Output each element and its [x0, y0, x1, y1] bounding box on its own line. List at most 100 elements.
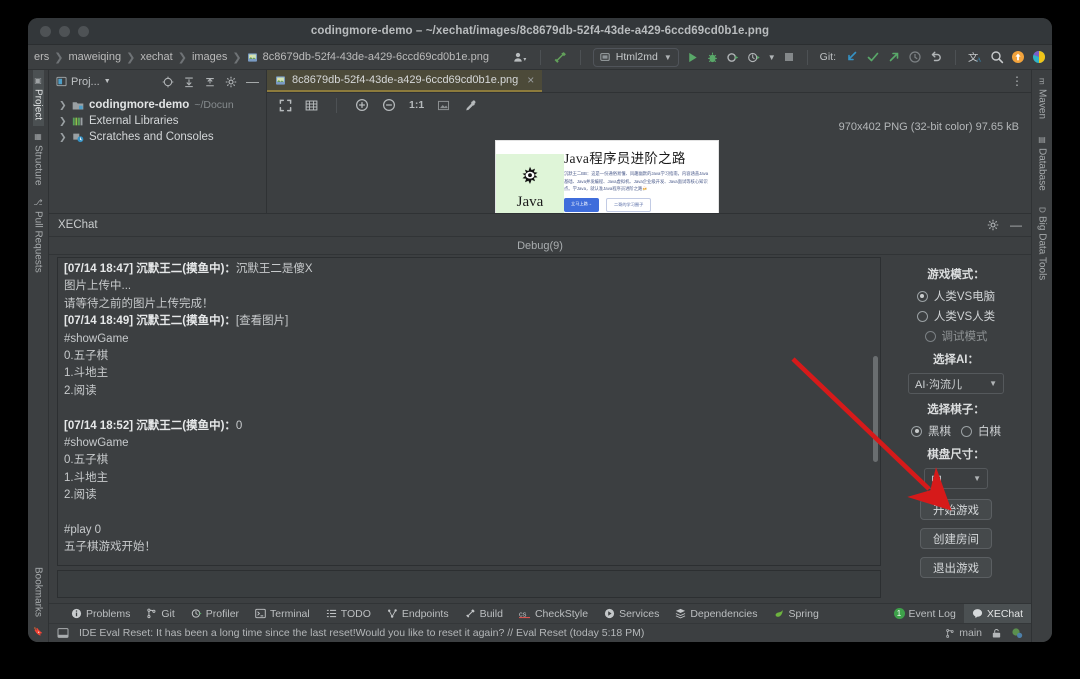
breadcrumb-item-2[interactable]: xechat — [136, 51, 176, 63]
toolwindow-label: Profiler — [206, 608, 239, 620]
updates-icon[interactable] — [1011, 50, 1025, 64]
breadcrumb-item-0[interactable]: ers — [30, 51, 53, 63]
git-push-icon[interactable] — [887, 50, 901, 64]
translate-icon[interactable]: 文A — [968, 50, 983, 64]
fit-to-window-icon[interactable] — [279, 99, 292, 112]
breadcrumb-file[interactable]: 8c8679db-52f4-43de-a429-6ccd69cd0b1e.png — [243, 51, 493, 63]
sidebar-item-structure[interactable]: ▦ Structure — [33, 126, 44, 192]
zoom-button[interactable] — [78, 26, 89, 37]
tree-node[interactable]: ❯ codingmore-demo ~/Docun — [49, 97, 266, 113]
minimize-button[interactable] — [59, 26, 70, 37]
sidebar-item-pull-requests[interactable]: ⎇ Pull Requests — [33, 192, 44, 279]
gear-icon[interactable] — [987, 219, 999, 231]
ai-select-dropdown[interactable]: AI·沟流儿 ▼ — [908, 373, 1004, 394]
git-update-icon[interactable] — [845, 50, 859, 64]
git-commit-icon[interactable] — [866, 50, 880, 64]
sidebar-item-project[interactable]: ▣ Project — [33, 70, 44, 126]
sidebar-item-maven[interactable]: m Maven — [1037, 70, 1048, 127]
chat-log[interactable]: [07/14 18:47] 沉默王二(摸鱼中)：沉默王二是傻X 图片上传中...… — [57, 257, 881, 566]
gear-icon[interactable] — [225, 76, 237, 88]
toolwindow-todo[interactable]: TODO — [318, 608, 379, 620]
chevron-down-icon[interactable]: ▼ — [768, 53, 776, 62]
traffic-lights[interactable] — [40, 26, 89, 37]
toolwindow-git[interactable]: Git — [138, 608, 182, 620]
radio-mode-human-vs-human[interactable]: 人类VS人类 — [917, 308, 995, 324]
start-game-button[interactable]: 开始游戏 — [920, 499, 992, 520]
more-options-icon[interactable]: ⋮ — [1011, 77, 1023, 86]
debug-button[interactable] — [706, 51, 719, 64]
expand-all-icon[interactable] — [183, 76, 195, 88]
toolwindow-endpoints[interactable]: Endpoints — [379, 608, 457, 620]
stop-button[interactable] — [783, 51, 795, 63]
chat-line-prefix: [07/14 18:52] 沉默王二(摸鱼中)： — [64, 420, 236, 432]
hide-panel-icon[interactable]: — — [1010, 222, 1022, 228]
lock-icon[interactable] — [991, 628, 1002, 639]
toolwindow-event-log[interactable]: 1 Event Log — [886, 608, 964, 620]
toolwindow-spring[interactable]: Spring — [765, 608, 826, 620]
zoom-in-icon[interactable] — [355, 98, 369, 112]
hide-panel-icon[interactable]: — — [246, 78, 259, 86]
toolwindow-checkstyle[interactable]: cs CheckStyle — [511, 608, 596, 620]
toolwindow-problems[interactable]: Problems — [63, 608, 138, 620]
sidebar-item-bookmarks[interactable]: Bookmarks — [33, 561, 44, 623]
toolwindow-build[interactable]: Build — [457, 608, 511, 620]
project-panel-title-group[interactable]: Proj... ▼ — [56, 76, 111, 88]
locate-icon[interactable] — [162, 76, 174, 88]
radio-piece-black[interactable]: 黑棋 — [911, 423, 951, 439]
chat-line-body: 沉默王二是傻X — [236, 263, 313, 275]
image-canvas[interactable]: 970x402 PNG (32-bit color) 97.65 kB Java — [267, 117, 1031, 213]
profile-button[interactable] — [747, 51, 761, 64]
sidebar-item-database[interactable]: ▤ Database — [1037, 127, 1048, 199]
chat-log-scrollbar[interactable] — [873, 356, 878, 462]
branch-indicator[interactable]: main — [945, 627, 982, 639]
toggle-toolwindows-icon[interactable] — [57, 627, 69, 639]
create-room-button[interactable]: 创建房间 — [920, 528, 992, 549]
grid-icon[interactable] — [305, 99, 318, 112]
history-icon[interactable] — [908, 50, 922, 64]
inspection-icon[interactable] — [1011, 627, 1023, 639]
chevron-right-icon[interactable]: ❯ — [59, 100, 67, 111]
transparency-icon[interactable] — [437, 99, 450, 112]
color-picker-icon[interactable] — [463, 99, 476, 112]
chat-input[interactable] — [57, 570, 881, 598]
toolwindow-profiler[interactable]: Profiler — [183, 608, 247, 620]
quit-game-button[interactable]: 退出游戏 — [920, 557, 992, 578]
tab-image-file[interactable]: 8c8679db-52f4-43de-a429-6ccd69cd0b1e.png… — [267, 70, 542, 92]
breadcrumb-item-3[interactable]: images — [188, 51, 231, 63]
toolwindow-services[interactable]: Services — [596, 608, 667, 620]
breadcrumb-item-1[interactable]: maweiqing — [65, 51, 126, 63]
chat-line: 2.阅读 — [64, 487, 874, 504]
preview-primary-button: 立马上路→ — [564, 198, 599, 212]
chevron-right-icon[interactable]: ❯ — [59, 116, 67, 127]
actual-size-label[interactable]: 1:1 — [409, 99, 424, 111]
toolwindow-xechat[interactable]: XEChat — [964, 604, 1031, 624]
radio-mode-human-vs-computer[interactable]: 人类VS电脑 — [917, 288, 995, 304]
chat-line: 0.五子棋 — [64, 348, 874, 365]
toolwindow-label: Endpoints — [402, 608, 449, 620]
radio-mode-debug[interactable]: 调试模式 — [925, 328, 988, 344]
board-size-dropdown[interactable]: 中 ▼ — [924, 468, 988, 489]
status-message[interactable]: IDE Eval Reset: It has been a long time … — [79, 627, 644, 639]
person-icon[interactable]: ▾ — [513, 51, 528, 64]
undo-icon[interactable] — [929, 50, 943, 64]
toolwindow-dependencies[interactable]: Dependencies — [667, 608, 765, 620]
tree-node-label: Scratches and Consoles — [89, 131, 214, 143]
zoom-out-icon[interactable] — [382, 98, 396, 112]
tree-node[interactable]: ❯ Scratches and Consoles — [49, 129, 266, 145]
coverage-button[interactable] — [726, 51, 740, 64]
ai-assistant-icon[interactable] — [1032, 50, 1046, 64]
radio-piece-white[interactable]: 白棋 — [961, 423, 1001, 439]
radio-icon — [917, 311, 928, 322]
run-button[interactable] — [686, 51, 699, 64]
sidebar-item-big-data-tools[interactable]: D Big Data Tools — [1037, 199, 1048, 289]
tree-node[interactable]: ❯ External Libraries — [49, 113, 266, 129]
chevron-right-icon[interactable]: ❯ — [59, 132, 67, 143]
hammer-icon[interactable] — [553, 50, 568, 65]
toolwindow-terminal[interactable]: Terminal — [247, 608, 318, 620]
search-icon[interactable] — [990, 50, 1004, 64]
collapse-all-icon[interactable] — [204, 76, 216, 88]
close-icon[interactable]: × — [527, 73, 534, 87]
close-button[interactable] — [40, 26, 51, 37]
toolwindow-label: XEChat — [987, 608, 1023, 620]
run-configuration-selector[interactable]: Html2md ▼ — [593, 48, 679, 67]
